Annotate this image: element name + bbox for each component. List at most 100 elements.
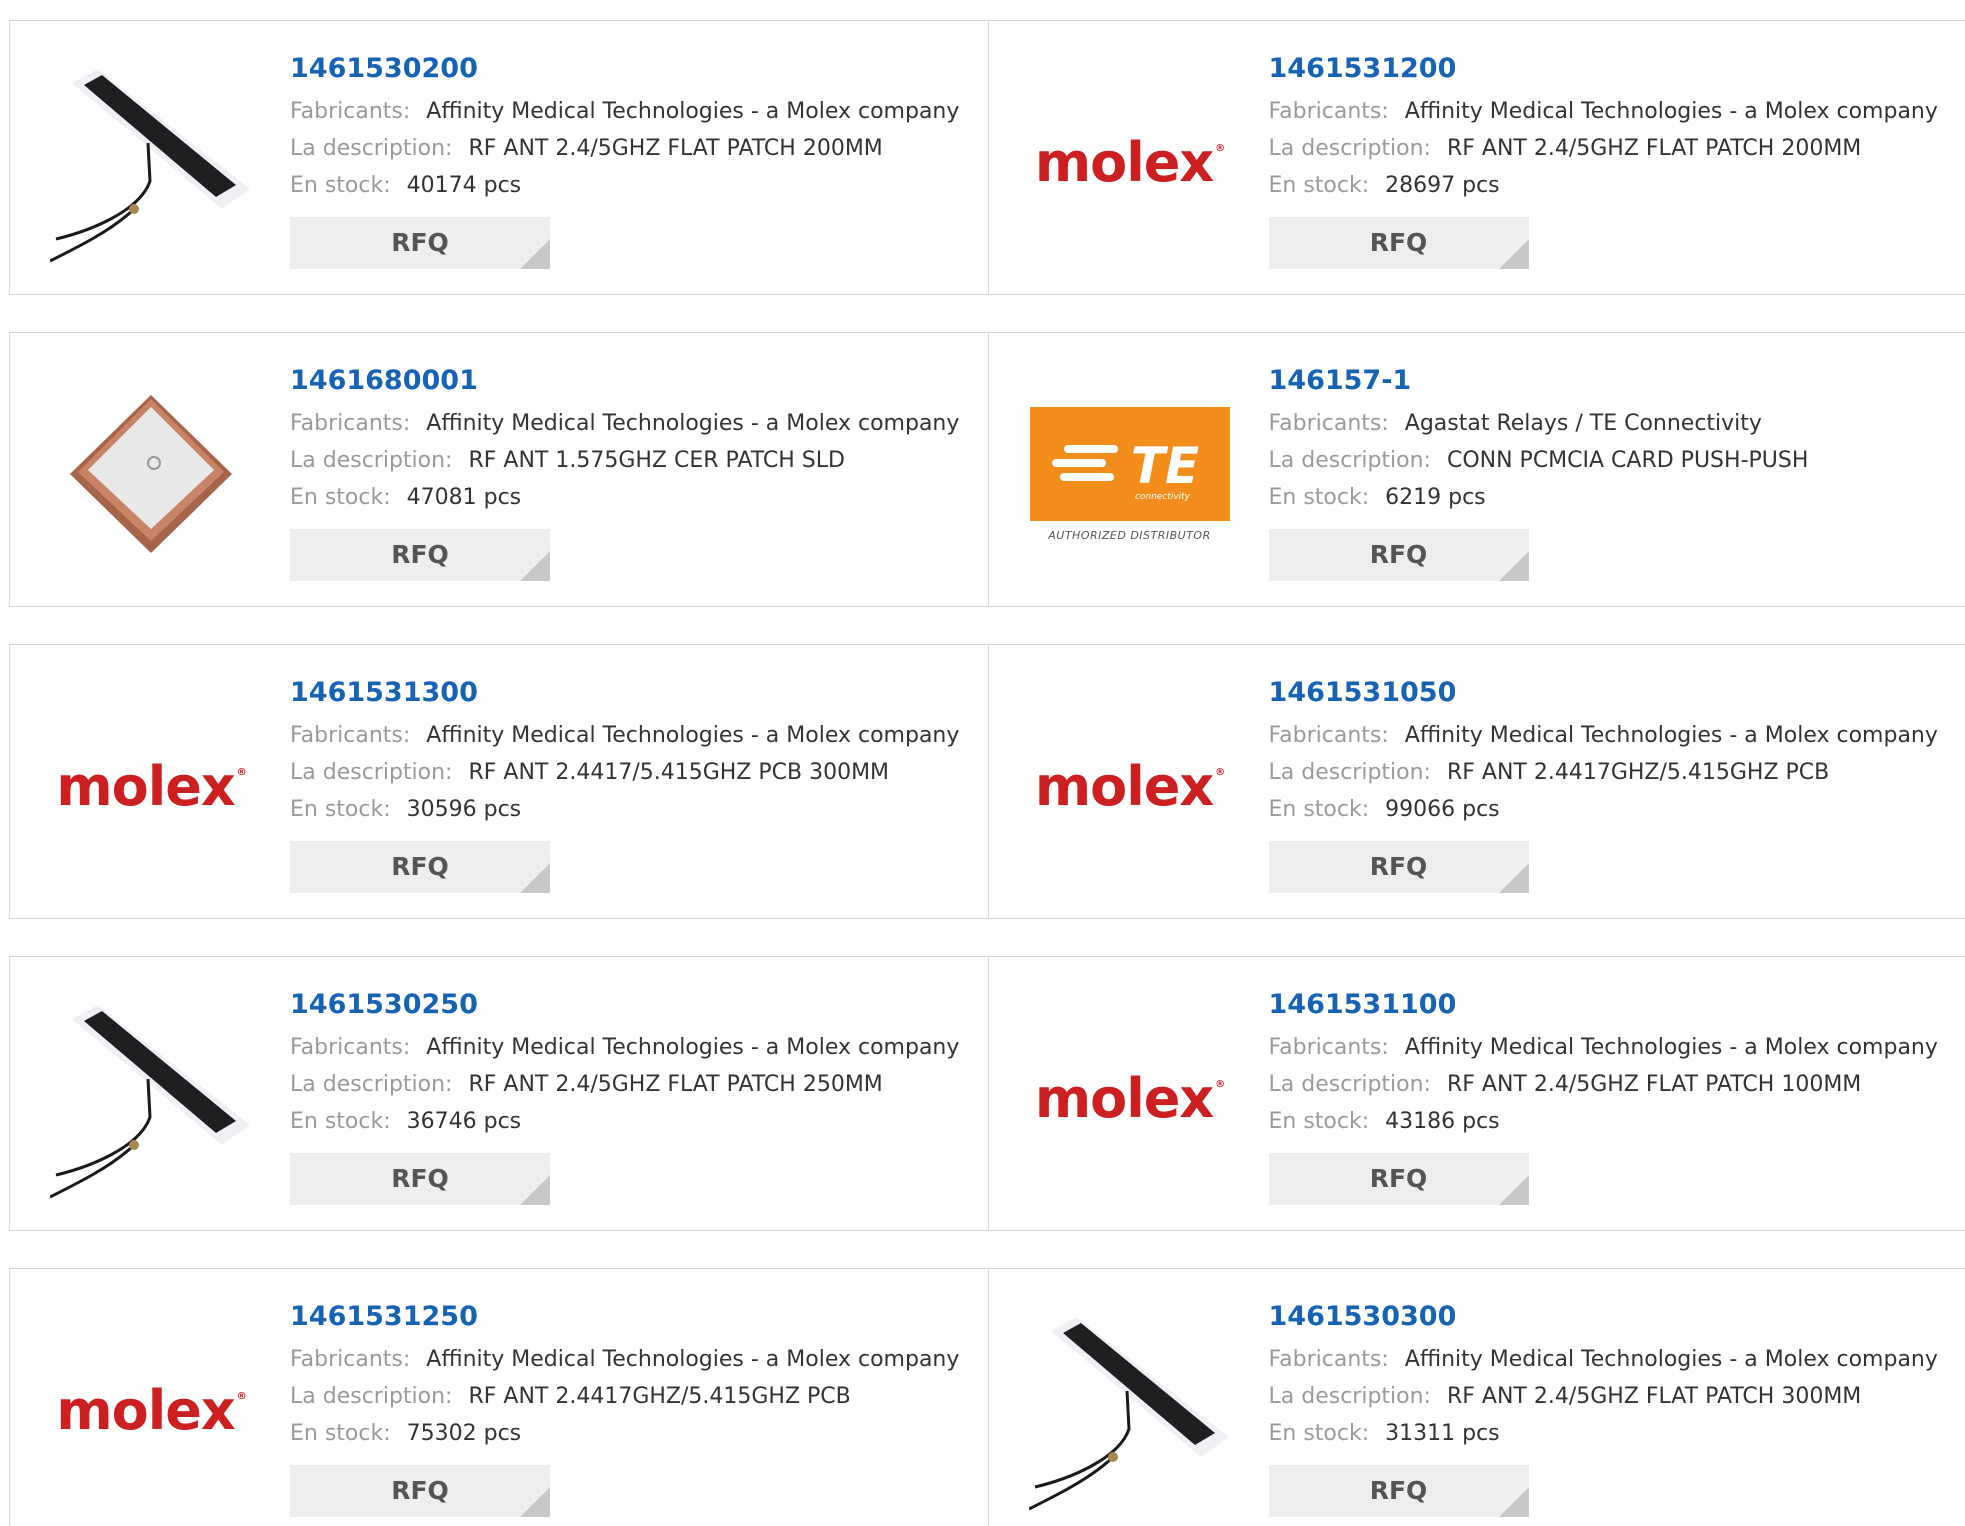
product-card: molex ® 1461531200 Fabricants: Affinity Me… <box>987 21 1965 294</box>
product-grid: 1461530200 Fabricants: Affinity Medical T… <box>0 0 1965 1526</box>
rfq-button[interactable]: RFQ <box>290 217 550 269</box>
description-label: La description: <box>290 448 453 473</box>
corner-fold-icon <box>1498 551 1529 581</box>
flat-patch-antenna-image <box>50 1005 250 1199</box>
molex-logo: molex ® <box>1034 1066 1225 1130</box>
part-number-link[interactable]: 1461680001 <box>290 363 959 399</box>
product-row: 1461530250 Fabricants: Affinity Medical T… <box>9 956 1965 1231</box>
description-value: RF ANT 2.4/5GHZ FLAT PATCH 100MM <box>1446 1072 1862 1097</box>
description-value: RF ANT 2.4/5GHZ FLAT PATCH 200MM <box>1446 136 1862 161</box>
corner-fold-icon <box>1498 863 1529 893</box>
manufacturer-value: Affinity Medical Technologies - a Molex … <box>1404 1347 1938 1372</box>
corner-fold-icon <box>520 1487 550 1517</box>
description-value: RF ANT 2.4/5GHZ FLAT PATCH 250MM <box>468 1072 883 1097</box>
stock-label: En stock: <box>1268 485 1370 510</box>
stock-label: En stock: <box>1268 1109 1370 1134</box>
rfq-button[interactable]: RFQ <box>290 841 550 893</box>
rfq-label: RFQ <box>391 228 449 257</box>
part-number-link[interactable]: 1461531300 <box>290 675 959 711</box>
stock-label: En stock: <box>290 797 391 822</box>
rfq-button[interactable]: RFQ <box>290 529 550 581</box>
manufacturer-value: Affinity Medical Technologies - a Molex … <box>1404 99 1938 124</box>
registered-mark-icon: ® <box>236 766 247 778</box>
rfq-label: RFQ <box>1369 1476 1428 1505</box>
stock-value: 28697 pcs <box>1385 173 1500 198</box>
rfq-button[interactable]: RFQ <box>1268 841 1529 893</box>
registered-mark-icon: ® <box>1215 1078 1225 1090</box>
description-value: RF ANT 1.575GHZ CER PATCH SLD <box>468 448 845 473</box>
stock-value: 40174 pcs <box>406 173 522 198</box>
manufacturer-label: Fabricants: <box>290 723 411 748</box>
ceramic-patch-antenna-image <box>70 395 232 553</box>
product-card: 1461530250 Fabricants: Affinity Medical T… <box>10 957 988 1230</box>
molex-logo-text: molex <box>1034 130 1214 194</box>
product-image[interactable]: molex ® <box>1029 997 1231 1199</box>
product-image[interactable]: molex ® <box>1029 61 1231 263</box>
rfq-label: RFQ <box>1369 1164 1428 1193</box>
molex-logo-text: molex <box>1034 1066 1214 1130</box>
manufacturer-label: Fabricants: <box>290 1347 411 1372</box>
product-card: molex ® 1461531050 Fabricants: Affinity Me… <box>987 645 1965 918</box>
manufacturer-label: Fabricants: <box>1268 1347 1389 1372</box>
authorized-distributor-caption: AUTHORIZED DISTRIBUTOR <box>1048 528 1211 542</box>
manufacturer-value: Affinity Medical Technologies - a Molex … <box>1404 723 1938 748</box>
part-number-link[interactable]: 1461531200 <box>1269 51 1938 87</box>
product-card: TE connectivity AUTHORIZED DISTRIBUTOR 1… <box>987 333 1965 606</box>
registered-mark-icon: ® <box>1215 142 1225 154</box>
description-label: La description: <box>1268 1384 1431 1409</box>
part-number-link[interactable]: 146157-1 <box>1269 363 1809 399</box>
rfq-label: RFQ <box>391 1476 449 1505</box>
rfq-button[interactable]: RFQ <box>1268 217 1529 269</box>
product-image[interactable]: molex ® <box>1029 685 1231 887</box>
part-number-link[interactable]: 1461530200 <box>290 51 959 87</box>
registered-mark-icon: ® <box>236 1390 247 1402</box>
product-row: 1461680001 Fabricants: Affinity Medical T… <box>9 332 1965 607</box>
product-image[interactable] <box>1028 1309 1231 1511</box>
molex-logo-text: molex <box>56 754 235 818</box>
description-value: RF ANT 2.4/5GHZ FLAT PATCH 300MM <box>1446 1384 1862 1409</box>
description-value: RF ANT 2.4417GHZ/5.415GHZ PCB <box>468 1384 851 1409</box>
manufacturer-label: Fabricants: <box>290 1035 411 1060</box>
stock-value: 47081 pcs <box>406 485 522 510</box>
molex-logo: molex ® <box>1034 130 1225 194</box>
product-card: 1461530300 Fabricants: Affinity Medical T… <box>987 1269 1965 1526</box>
manufacturer-label: Fabricants: <box>1268 411 1389 436</box>
manufacturer-value: Affinity Medical Technologies - a Molex … <box>1404 1035 1938 1060</box>
flat-patch-antenna-image <box>50 69 250 263</box>
rfq-button[interactable]: RFQ <box>1268 1153 1529 1205</box>
stock-label: En stock: <box>290 1421 391 1446</box>
description-value: RF ANT 2.4417GHZ/5.415GHZ PCB <box>1446 760 1830 785</box>
manufacturer-label: Fabricants: <box>1268 723 1389 748</box>
registered-mark-icon: ® <box>1215 766 1225 778</box>
rfq-button[interactable]: RFQ <box>1268 1465 1529 1517</box>
part-number-link[interactable]: 1461531100 <box>1269 987 1938 1023</box>
product-image[interactable] <box>50 373 252 575</box>
product-image[interactable]: molex ® <box>50 1309 252 1511</box>
product-row: molex ® 1461531300 Fabricants: Affinity Me… <box>9 644 1965 919</box>
part-number-link[interactable]: 1461531250 <box>290 1299 959 1335</box>
product-card: 1461680001 Fabricants: Affinity Medical T… <box>10 333 988 606</box>
manufacturer-value: Affinity Medical Technologies - a Molex … <box>426 99 960 124</box>
rfq-label: RFQ <box>1369 852 1428 881</box>
rfq-button[interactable]: RFQ <box>1268 529 1529 581</box>
part-number-link[interactable]: 1461530300 <box>1269 1299 1938 1335</box>
stock-value: 43186 pcs <box>1385 1109 1500 1134</box>
part-number-link[interactable]: 1461530250 <box>290 987 959 1023</box>
rfq-button[interactable]: RFQ <box>290 1153 550 1205</box>
rfq-label: RFQ <box>391 1164 449 1193</box>
stock-value: 75302 pcs <box>406 1421 522 1446</box>
description-value: CONN PCMCIA CARD PUSH-PUSH <box>1446 448 1809 473</box>
rfq-button[interactable]: RFQ <box>290 1465 550 1517</box>
product-image[interactable]: TE connectivity AUTHORIZED DISTRIBUTOR <box>1029 373 1231 575</box>
product-image[interactable]: molex ® <box>50 685 252 887</box>
product-image[interactable] <box>50 997 252 1199</box>
part-number-link[interactable]: 1461531050 <box>1269 675 1938 711</box>
stock-label: En stock: <box>1268 173 1370 198</box>
description-value: RF ANT 2.4417/5.415GHZ PCB 300MM <box>468 760 890 785</box>
stock-label: En stock: <box>1268 1421 1370 1446</box>
stock-label: En stock: <box>290 173 391 198</box>
product-image[interactable] <box>50 61 252 263</box>
description-label: La description: <box>290 136 453 161</box>
molex-logo-text: molex <box>1034 754 1214 818</box>
description-label: La description: <box>290 1384 453 1409</box>
